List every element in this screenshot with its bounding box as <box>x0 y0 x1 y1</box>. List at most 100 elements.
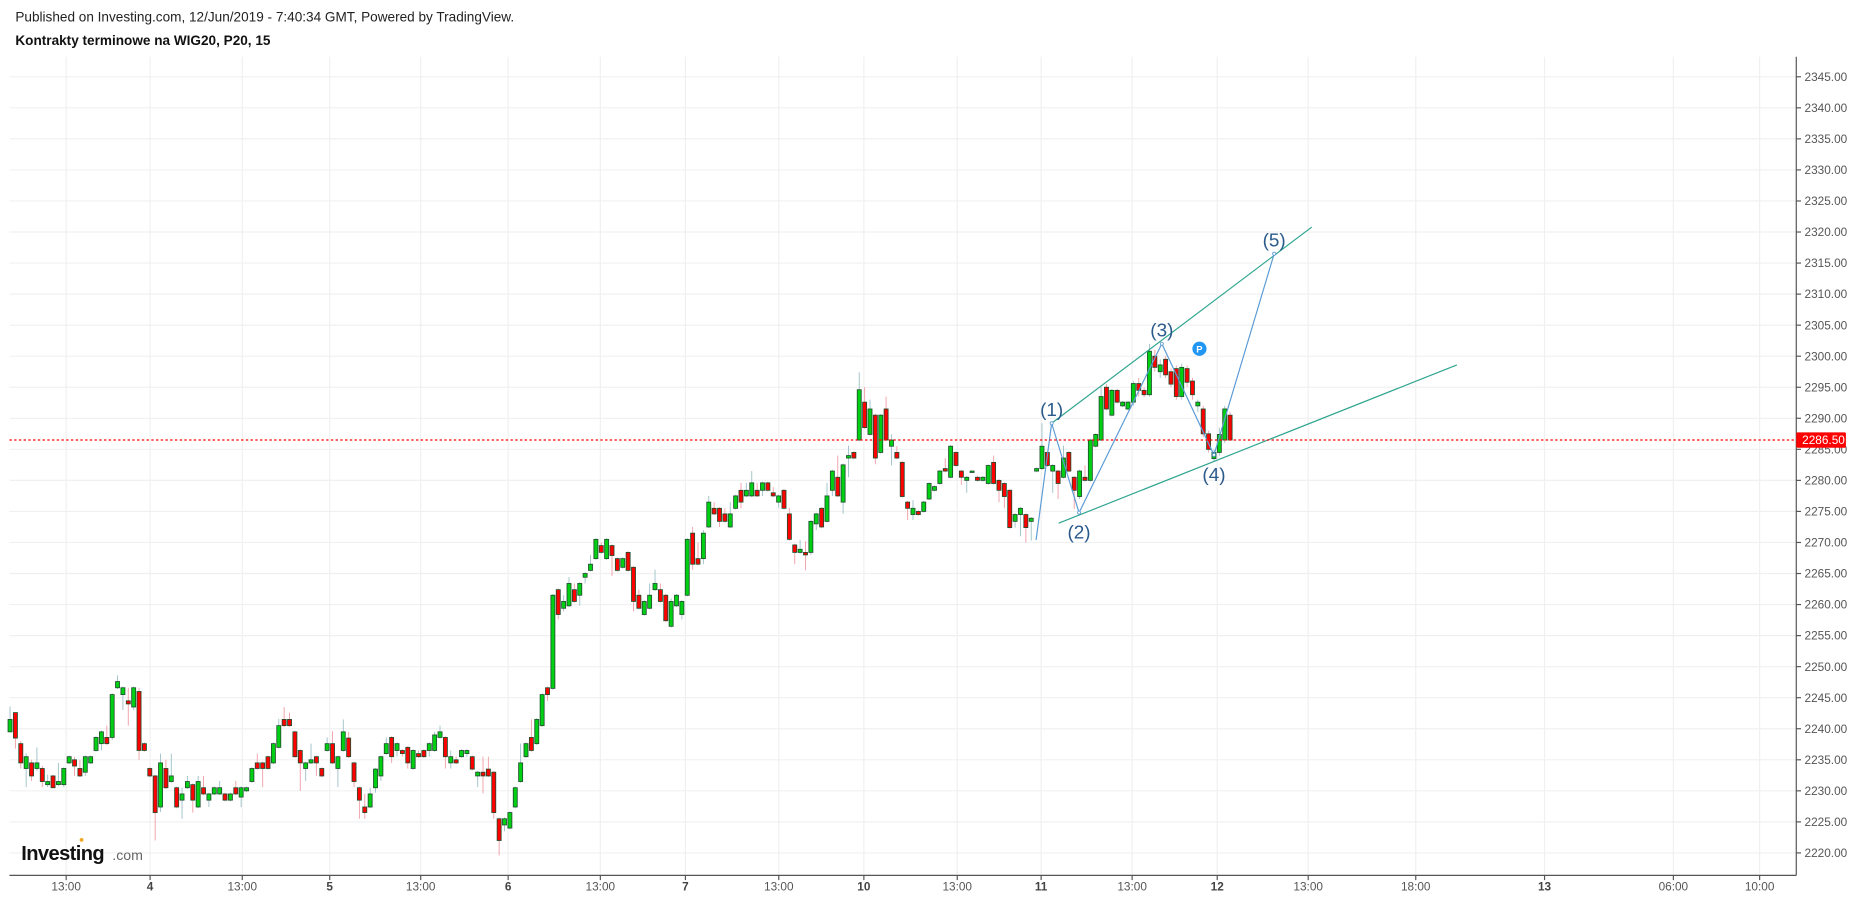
candle-body <box>905 501 911 509</box>
candle-body <box>1157 364 1163 373</box>
candlestick-chart[interactable]: Published on Investing.com, 12/Jun/2019 … <box>0 0 1853 899</box>
candle-down <box>399 749 405 757</box>
candle-body <box>1007 489 1013 528</box>
candle-down <box>905 500 911 521</box>
marker-p-icon[interactable]: P <box>1192 341 1207 356</box>
candle-up <box>760 481 765 496</box>
candle-body <box>808 520 814 553</box>
candle-body <box>776 495 782 503</box>
candle-body <box>631 566 636 602</box>
candle-up <box>502 817 507 832</box>
candle-body <box>217 787 223 795</box>
candle-body <box>1098 396 1104 441</box>
candle-down <box>356 786 362 819</box>
current-price-label: 2286.50 <box>1802 433 1845 447</box>
candle-up <box>276 718 282 749</box>
y-tick-label: 2230.00 <box>1805 784 1848 798</box>
candle-body <box>287 719 292 727</box>
candle-up <box>270 742 276 765</box>
wave-label: (3) <box>1150 321 1173 342</box>
candle-up <box>808 520 814 555</box>
wave-point[interactable] <box>1212 452 1216 457</box>
x-tick-label: 4 <box>147 880 154 894</box>
candle-body <box>1077 470 1083 497</box>
candle-down <box>545 686 550 701</box>
candle-body <box>346 737 352 758</box>
candle-body <box>260 762 266 769</box>
candle-down <box>1190 377 1195 400</box>
candle-down <box>77 759 83 778</box>
x-tick-label: 18:00 <box>1401 880 1431 894</box>
candle-down <box>233 780 239 796</box>
candle-body <box>996 479 1002 491</box>
logo-suffix: .com <box>112 848 143 864</box>
candle-down <box>571 583 577 603</box>
candle-body <box>233 787 239 795</box>
candle-body <box>641 601 647 615</box>
candle-body <box>163 768 169 789</box>
candle-up <box>733 494 739 510</box>
candle-up <box>1120 400 1126 408</box>
candle-body <box>604 538 610 560</box>
candle-up <box>878 413 884 454</box>
candle-body <box>88 756 94 764</box>
candle-up <box>566 577 572 608</box>
candle-down <box>614 557 620 572</box>
y-tick-label: 2335.00 <box>1805 132 1848 146</box>
candle-down <box>254 753 260 770</box>
candle-up <box>1034 467 1040 473</box>
candle-up <box>82 755 88 776</box>
candle-up <box>211 786 217 796</box>
candle-body <box>958 470 964 478</box>
candle-body <box>738 489 744 503</box>
candle-down <box>555 588 561 620</box>
candle-body <box>104 737 110 745</box>
wave-label: (1) <box>1040 400 1063 421</box>
candle-body <box>437 731 443 738</box>
candle-body <box>265 756 271 769</box>
candle-up <box>426 742 432 757</box>
candle-down <box>636 589 642 610</box>
candle-down <box>717 507 722 527</box>
candle-body <box>770 492 776 497</box>
candle-down <box>416 750 421 758</box>
candle-body <box>593 538 599 560</box>
candle-up <box>910 500 916 521</box>
candle-body <box>394 743 400 751</box>
elliott-wave-annotations[interactable]: (1) (2) (3) (4) (5) P <box>1035 226 1458 544</box>
candle-body <box>459 750 464 758</box>
candle-body <box>405 746 411 764</box>
candle-body <box>475 771 481 777</box>
candle-body <box>190 784 196 801</box>
candle-down <box>222 792 228 802</box>
candle-body <box>663 594 669 622</box>
wave-point[interactable] <box>1077 510 1082 515</box>
wave-point[interactable] <box>1272 251 1277 256</box>
candle-up <box>523 742 529 758</box>
candle-down <box>851 451 857 460</box>
candle-body <box>824 495 830 522</box>
candle-down <box>657 583 663 603</box>
candle-up <box>448 750 454 769</box>
candle-up <box>324 737 330 752</box>
logo-main: Investing <box>21 843 104 865</box>
candle-body <box>786 513 792 540</box>
y-tick-label: 2275.00 <box>1805 505 1848 519</box>
candle-body <box>206 793 212 801</box>
candle-down <box>163 759 169 789</box>
candle-body <box>244 787 249 792</box>
candle-body <box>410 750 416 769</box>
candle-down <box>287 712 292 727</box>
candle-up <box>378 755 384 781</box>
wave-point[interactable] <box>1049 421 1054 426</box>
wave-path[interactable] <box>1035 253 1275 541</box>
candle-down <box>1066 451 1072 473</box>
candle-body <box>598 545 604 553</box>
candle-body <box>120 687 126 696</box>
candle-body <box>1034 468 1040 472</box>
candle-down <box>29 759 34 781</box>
wave-point[interactable] <box>1159 341 1164 346</box>
trend-channel-line[interactable] <box>1058 364 1458 524</box>
candle-up <box>373 767 378 793</box>
candle-body <box>684 538 690 596</box>
